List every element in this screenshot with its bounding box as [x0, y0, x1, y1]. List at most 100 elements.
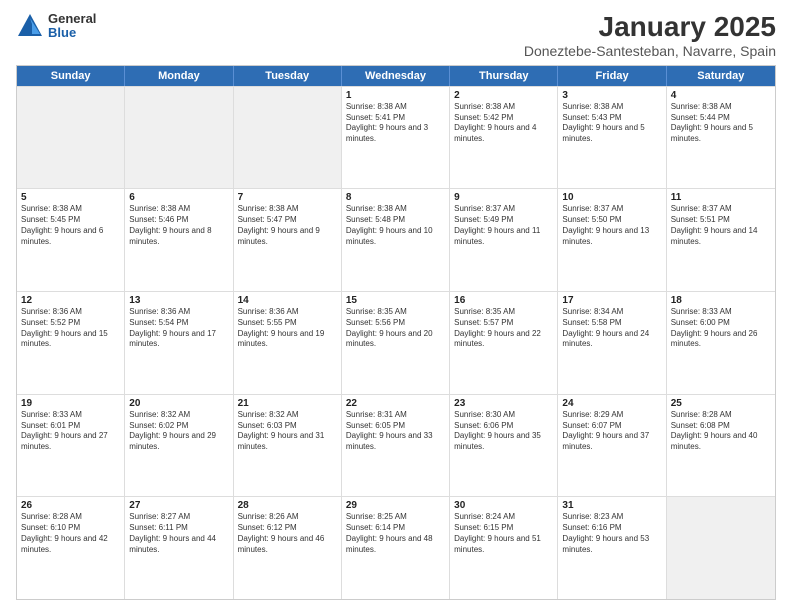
day-info: Sunrise: 8:36 AM Sunset: 5:55 PM Dayligh… [238, 307, 337, 350]
calendar-cell: 3Sunrise: 8:38 AM Sunset: 5:43 PM Daylig… [558, 87, 666, 189]
day-number: 15 [346, 295, 445, 306]
calendar-cell: 8Sunrise: 8:38 AM Sunset: 5:48 PM Daylig… [342, 189, 450, 291]
calendar-header-cell: Saturday [667, 66, 775, 86]
day-number: 13 [129, 295, 228, 306]
day-info: Sunrise: 8:35 AM Sunset: 5:56 PM Dayligh… [346, 307, 445, 350]
day-info: Sunrise: 8:36 AM Sunset: 5:54 PM Dayligh… [129, 307, 228, 350]
calendar-cell: 15Sunrise: 8:35 AM Sunset: 5:56 PM Dayli… [342, 292, 450, 394]
calendar-cell: 23Sunrise: 8:30 AM Sunset: 6:06 PM Dayli… [450, 395, 558, 497]
calendar-cell: 21Sunrise: 8:32 AM Sunset: 6:03 PM Dayli… [234, 395, 342, 497]
calendar-cell: 25Sunrise: 8:28 AM Sunset: 6:08 PM Dayli… [667, 395, 775, 497]
day-info: Sunrise: 8:25 AM Sunset: 6:14 PM Dayligh… [346, 512, 445, 555]
calendar-body: 1Sunrise: 8:38 AM Sunset: 5:41 PM Daylig… [17, 86, 775, 599]
day-info: Sunrise: 8:28 AM Sunset: 6:08 PM Dayligh… [671, 410, 771, 453]
logo-text: General Blue [48, 12, 96, 41]
calendar-header-cell: Thursday [450, 66, 558, 86]
day-number: 8 [346, 192, 445, 203]
calendar-cell: 4Sunrise: 8:38 AM Sunset: 5:44 PM Daylig… [667, 87, 775, 189]
calendar-cell: 14Sunrise: 8:36 AM Sunset: 5:55 PM Dayli… [234, 292, 342, 394]
page-subtitle: Doneztebe-Santesteban, Navarre, Spain [524, 43, 776, 59]
calendar-row: 12Sunrise: 8:36 AM Sunset: 5:52 PM Dayli… [17, 291, 775, 394]
day-number: 12 [21, 295, 120, 306]
calendar-cell: 22Sunrise: 8:31 AM Sunset: 6:05 PM Dayli… [342, 395, 450, 497]
logo-blue: Blue [48, 26, 96, 40]
calendar-row: 1Sunrise: 8:38 AM Sunset: 5:41 PM Daylig… [17, 86, 775, 189]
calendar-header-cell: Monday [125, 66, 233, 86]
calendar-cell: 11Sunrise: 8:37 AM Sunset: 5:51 PM Dayli… [667, 189, 775, 291]
day-number: 21 [238, 398, 337, 409]
calendar-cell: 27Sunrise: 8:27 AM Sunset: 6:11 PM Dayli… [125, 497, 233, 599]
day-info: Sunrise: 8:37 AM Sunset: 5:51 PM Dayligh… [671, 204, 771, 247]
calendar-header-cell: Tuesday [234, 66, 342, 86]
day-info: Sunrise: 8:31 AM Sunset: 6:05 PM Dayligh… [346, 410, 445, 453]
day-info: Sunrise: 8:34 AM Sunset: 5:58 PM Dayligh… [562, 307, 661, 350]
logo-icon [16, 12, 44, 40]
calendar-cell: 16Sunrise: 8:35 AM Sunset: 5:57 PM Dayli… [450, 292, 558, 394]
day-info: Sunrise: 8:29 AM Sunset: 6:07 PM Dayligh… [562, 410, 661, 453]
day-number: 19 [21, 398, 120, 409]
calendar-cell: 9Sunrise: 8:37 AM Sunset: 5:49 PM Daylig… [450, 189, 558, 291]
day-info: Sunrise: 8:26 AM Sunset: 6:12 PM Dayligh… [238, 512, 337, 555]
calendar-cell: 5Sunrise: 8:38 AM Sunset: 5:45 PM Daylig… [17, 189, 125, 291]
day-info: Sunrise: 8:28 AM Sunset: 6:10 PM Dayligh… [21, 512, 120, 555]
logo-general: General [48, 12, 96, 26]
calendar-cell: 26Sunrise: 8:28 AM Sunset: 6:10 PM Dayli… [17, 497, 125, 599]
calendar-row: 5Sunrise: 8:38 AM Sunset: 5:45 PM Daylig… [17, 188, 775, 291]
calendar-header-cell: Friday [558, 66, 666, 86]
calendar-cell: 29Sunrise: 8:25 AM Sunset: 6:14 PM Dayli… [342, 497, 450, 599]
day-number: 5 [21, 192, 120, 203]
day-number: 23 [454, 398, 553, 409]
day-info: Sunrise: 8:38 AM Sunset: 5:46 PM Dayligh… [129, 204, 228, 247]
day-info: Sunrise: 8:38 AM Sunset: 5:43 PM Dayligh… [562, 102, 661, 145]
calendar-row: 19Sunrise: 8:33 AM Sunset: 6:01 PM Dayli… [17, 394, 775, 497]
calendar-cell-empty [667, 497, 775, 599]
calendar-cell: 6Sunrise: 8:38 AM Sunset: 5:46 PM Daylig… [125, 189, 233, 291]
day-number: 24 [562, 398, 661, 409]
calendar-cell: 20Sunrise: 8:32 AM Sunset: 6:02 PM Dayli… [125, 395, 233, 497]
day-number: 28 [238, 500, 337, 511]
day-number: 31 [562, 500, 661, 511]
calendar-cell: 19Sunrise: 8:33 AM Sunset: 6:01 PM Dayli… [17, 395, 125, 497]
calendar-cell: 30Sunrise: 8:24 AM Sunset: 6:15 PM Dayli… [450, 497, 558, 599]
calendar-cell: 17Sunrise: 8:34 AM Sunset: 5:58 PM Dayli… [558, 292, 666, 394]
calendar-cell: 18Sunrise: 8:33 AM Sunset: 6:00 PM Dayli… [667, 292, 775, 394]
calendar-cell: 13Sunrise: 8:36 AM Sunset: 5:54 PM Dayli… [125, 292, 233, 394]
calendar-header-cell: Wednesday [342, 66, 450, 86]
calendar-row: 26Sunrise: 8:28 AM Sunset: 6:10 PM Dayli… [17, 496, 775, 599]
day-info: Sunrise: 8:38 AM Sunset: 5:48 PM Dayligh… [346, 204, 445, 247]
day-number: 2 [454, 90, 553, 101]
calendar-header-cell: Sunday [17, 66, 125, 86]
calendar: SundayMondayTuesdayWednesdayThursdayFrid… [16, 65, 776, 600]
day-info: Sunrise: 8:38 AM Sunset: 5:42 PM Dayligh… [454, 102, 553, 145]
day-number: 26 [21, 500, 120, 511]
day-number: 14 [238, 295, 337, 306]
calendar-cell: 7Sunrise: 8:38 AM Sunset: 5:47 PM Daylig… [234, 189, 342, 291]
calendar-cell: 28Sunrise: 8:26 AM Sunset: 6:12 PM Dayli… [234, 497, 342, 599]
day-number: 27 [129, 500, 228, 511]
day-number: 29 [346, 500, 445, 511]
calendar-cell: 12Sunrise: 8:36 AM Sunset: 5:52 PM Dayli… [17, 292, 125, 394]
day-info: Sunrise: 8:38 AM Sunset: 5:47 PM Dayligh… [238, 204, 337, 247]
day-number: 9 [454, 192, 553, 203]
day-number: 25 [671, 398, 771, 409]
day-number: 6 [129, 192, 228, 203]
calendar-cell: 2Sunrise: 8:38 AM Sunset: 5:42 PM Daylig… [450, 87, 558, 189]
day-info: Sunrise: 8:33 AM Sunset: 6:01 PM Dayligh… [21, 410, 120, 453]
day-info: Sunrise: 8:27 AM Sunset: 6:11 PM Dayligh… [129, 512, 228, 555]
calendar-cell-empty [125, 87, 233, 189]
day-number: 1 [346, 90, 445, 101]
calendar-cell: 31Sunrise: 8:23 AM Sunset: 6:16 PM Dayli… [558, 497, 666, 599]
calendar-cell-empty [17, 87, 125, 189]
day-info: Sunrise: 8:32 AM Sunset: 6:02 PM Dayligh… [129, 410, 228, 453]
day-number: 4 [671, 90, 771, 101]
day-number: 11 [671, 192, 771, 203]
calendar-cell: 1Sunrise: 8:38 AM Sunset: 5:41 PM Daylig… [342, 87, 450, 189]
day-number: 17 [562, 295, 661, 306]
day-info: Sunrise: 8:38 AM Sunset: 5:45 PM Dayligh… [21, 204, 120, 247]
day-number: 30 [454, 500, 553, 511]
day-info: Sunrise: 8:33 AM Sunset: 6:00 PM Dayligh… [671, 307, 771, 350]
header: General Blue January 2025 Doneztebe-Sant… [16, 12, 776, 59]
day-info: Sunrise: 8:38 AM Sunset: 5:44 PM Dayligh… [671, 102, 771, 145]
day-info: Sunrise: 8:23 AM Sunset: 6:16 PM Dayligh… [562, 512, 661, 555]
calendar-header: SundayMondayTuesdayWednesdayThursdayFrid… [17, 66, 775, 86]
